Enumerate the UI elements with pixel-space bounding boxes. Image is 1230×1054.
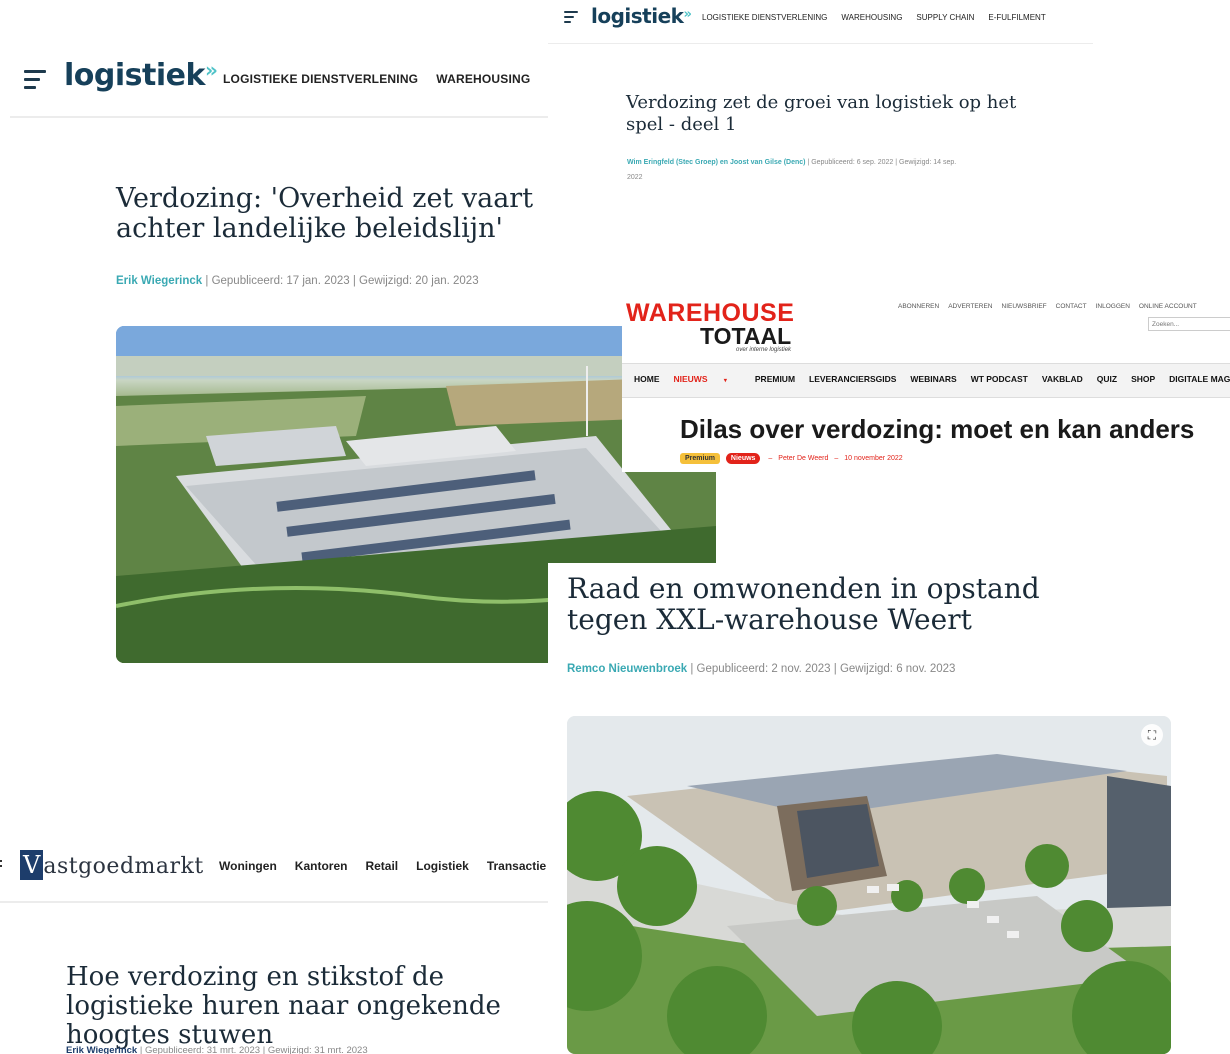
meta-separator: – [768,455,773,462]
article-title[interactable]: Verdozing zet de groei van logistiek op … [626,92,1046,135]
menu-icon[interactable] [0,860,2,870]
nav-kantoren[interactable]: Kantoren [295,859,348,873]
warehouse-rendering-photo: ⛶ [567,716,1171,1054]
link-online-account[interactable]: ONLINE ACCOUNT [1139,303,1197,310]
wt-logo[interactable]: WAREHOUSE TOTAAL over interne logistiek [626,299,795,354]
article-title[interactable]: Raad en omwonenden in opstand tegen XXL-… [567,573,1127,636]
logo-text: logistiek [591,4,684,28]
wt-nav-webinars[interactable]: WEBINARS [910,374,956,384]
article-author[interactable]: Wim Eringfeld (Stec Groep) en Joost van … [627,159,805,166]
wt-date: 10 november 2022 [844,455,903,462]
article-title[interactable]: Hoe verdozing en stikstof de logistieke … [66,962,546,1050]
nav-warehousing[interactable]: WAREHOUSING [841,13,902,22]
vastgoedmarkt-logo[interactable]: Vastgoedmarkt [20,850,204,880]
wt-nav-bar: HOME NIEUWS ▾ PREMIUM LEVERANCIERSGIDS WEBIN… [622,363,1230,398]
wt-author[interactable]: Peter De Weerd [778,455,828,462]
logo-initial: V [20,850,44,880]
warehouse-totaal-panel: WAREHOUSE TOTAAL over interne logistiek … [622,297,1230,472]
wt-tagline: over interne logistiek [736,347,792,353]
article-author[interactable]: Erik Wiegerinck [66,1045,137,1054]
nav-logistiek[interactable]: Logistiek [416,859,469,873]
nav-warehousing[interactable]: WAREHOUSING [436,72,530,86]
wt-nav-nieuws-label: NIEUWS [673,374,708,384]
wt-logo-line1: WAREHOUSE [626,299,795,327]
logistiek-top-panel: logistiek» LOGISTIEKE DIENSTVERLENING WAR… [548,0,1093,190]
wt-nav-nieuws[interactable]: NIEUWS ▾ [674,374,741,384]
wt-nav-wt-podcast[interactable]: WT PODCAST [971,374,1028,384]
article-dates: | Gepubliceerd: 6 sep. 2022 | Gewijzigd:… [805,159,957,166]
wt-nav-digitale-magazine[interactable]: DIGITALE MAGAZINE [1169,374,1230,384]
article-dates: | Gepubliceerd: 17 jan. 2023 | Gewijzigd… [202,275,479,287]
article-meta: Remco Nieuwenbroek | Gepubliceerd: 2 nov… [567,663,955,675]
premium-badge: Premium [680,453,720,464]
wt-search-input[interactable] [1148,317,1230,331]
logistiek-weert-panel: Raad en omwonenden in opstand tegen XXL-… [548,563,1230,713]
menu-icon[interactable] [564,11,578,23]
logistiek-logo[interactable]: logistiek» [591,4,692,28]
article-title[interactable]: Verdozing: 'Overheid zet vaart achter la… [116,183,626,244]
nav-logistieke-dienstverlening[interactable]: LOGISTIEKE DIENSTVERLENING [702,13,827,22]
article-dates: | Gepubliceerd: 31 mrt. 2023 | Gewijzigd… [137,1045,368,1054]
nav-e-fulfilment[interactable]: E-FULFILMENT [988,13,1045,22]
meta-separator: – [834,455,839,462]
nav-logistieke-dienstverlening[interactable]: LOGISTIEKE DIENSTVERLENING [223,72,418,86]
link-inloggen[interactable]: INLOGGEN [1096,303,1130,310]
logo-text: logistiek [64,58,205,93]
vastgoed-nav: Woningen Kantoren Retail Logistiek Transacti… [219,859,548,873]
wt-nav-premium[interactable]: PREMIUM [755,374,795,384]
nav-supply-chain[interactable]: SUPPLY CHAIN [916,13,974,22]
top-nav: LOGISTIEKE DIENSTVERLENING WAREHOUSING SUP… [702,13,1064,22]
nav-transactie[interactable]: Transactie [487,859,546,873]
warehouse-rendering-illustration [567,716,1171,1054]
link-abonneren[interactable]: ABONNEREN [898,303,939,310]
menu-icon[interactable] [24,70,46,89]
chevron-down-icon: ▾ [723,378,727,384]
wt-article-title[interactable]: Dilas over verdozing: moet en kan anders [680,414,1194,445]
nav-woningen[interactable]: Woningen [219,859,277,873]
link-contact[interactable]: CONTACT [1056,303,1087,310]
logo-chevrons: » [204,58,218,82]
wt-nav-shop[interactable]: SHOP [1131,374,1155,384]
wt-nav: HOME NIEUWS ▾ PREMIUM LEVERANCIERSGIDS WEBIN… [634,374,1230,384]
article-dates-cont: 2022 [627,174,643,181]
expand-icon[interactable]: ⛶ [1141,724,1163,746]
wt-top-links: ABONNEREN ADVERTEREN NIEUWSBRIEF CONTACT INL… [898,303,1206,310]
nieuws-badge: Nieuws [725,453,761,464]
nav-retail[interactable]: Retail [365,859,398,873]
article-meta: Wim Eringfeld (Stec Groep) en Joost van … [627,155,956,185]
link-adverteren[interactable]: ADVERTEREN [948,303,992,310]
wt-nav-vakblad[interactable]: VAKBLAD [1042,374,1083,384]
wt-nav-quiz[interactable]: QUIZ [1097,374,1117,384]
logistiek-logo[interactable]: logistiek» [64,58,218,93]
header-divider [10,116,548,118]
main-nav: LOGISTIEKE DIENSTVERLENING WAREHOUSING [223,72,548,86]
wt-nav-home[interactable]: HOME [634,374,660,384]
logo-text: astgoedmarkt [43,854,204,879]
wt-logo-line2: TOTAAL [700,323,792,349]
link-nieuwsbrief[interactable]: NIEUWSBRIEF [1002,303,1047,310]
article-author[interactable]: Erik Wiegerinck [116,275,202,287]
vastgoedmarkt-panel: Vastgoedmarkt Woningen Kantoren Retail Logi… [0,840,548,1054]
header-divider [0,901,548,903]
article-dates: | Gepubliceerd: 2 nov. 2023 | Gewijzigd:… [687,663,956,675]
wt-article-meta: Premium Nieuws – Peter De Weerd –10 novemb… [680,453,903,464]
article-meta: Erik Wiegerinck | Gepubliceerd: 17 jan. … [116,275,479,287]
article-meta: Erik Wiegerinck | Gepubliceerd: 31 mrt. … [66,1045,368,1054]
header-divider [548,43,1093,44]
logo-chevrons: » [683,7,692,22]
wt-nav-leveranciersgids[interactable]: LEVERANCIERSGIDS [809,374,896,384]
article-author[interactable]: Remco Nieuwenbroek [567,663,687,675]
